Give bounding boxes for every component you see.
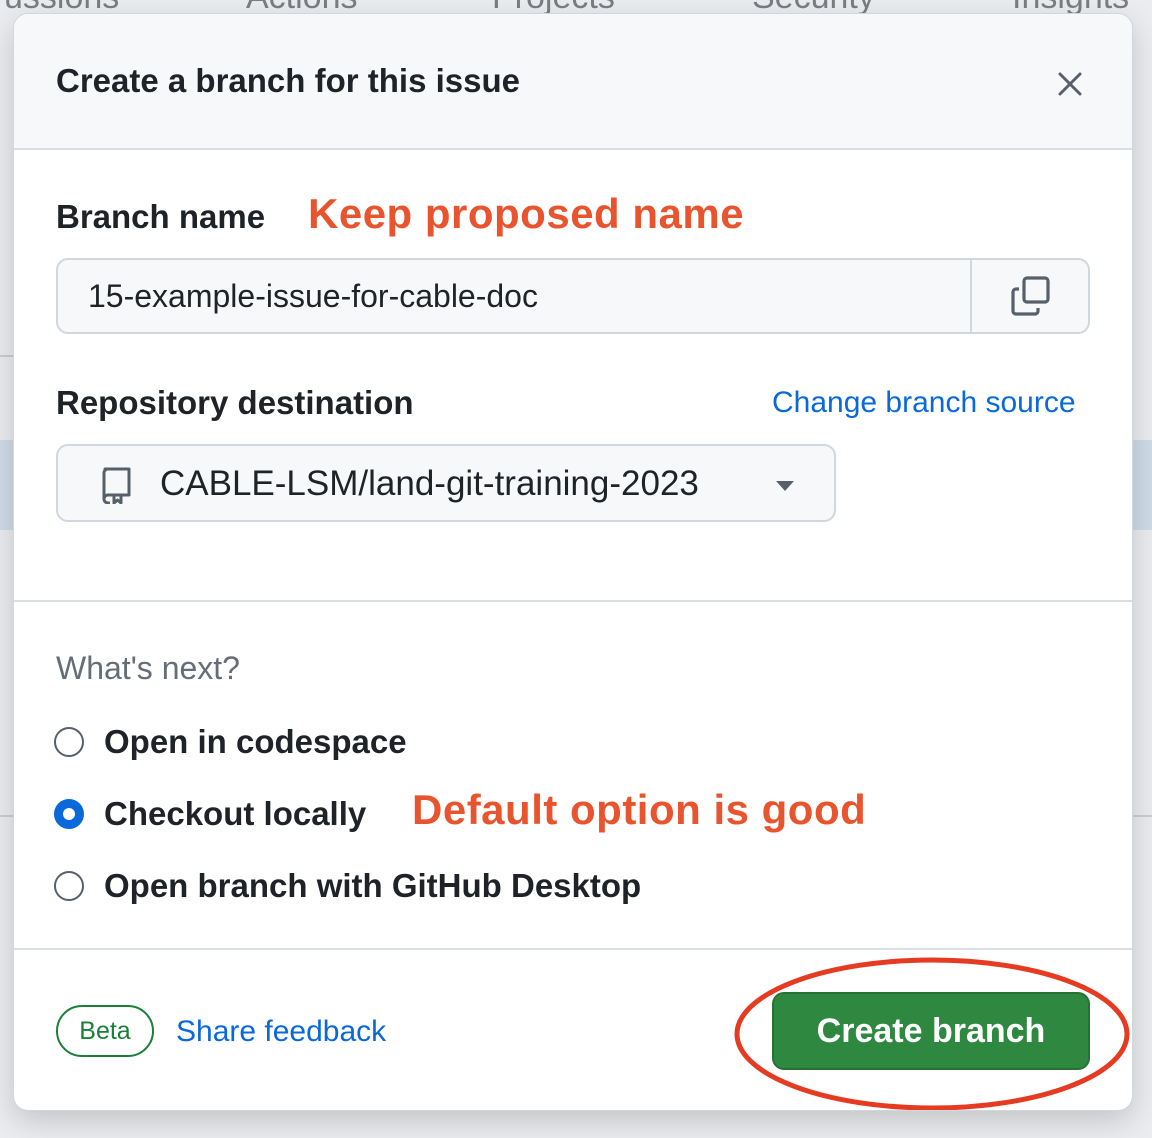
highlight-circle-annotation <box>734 957 1130 1110</box>
option-label: Open in codespace <box>104 723 407 760</box>
branch-name-field <box>56 258 1090 334</box>
branch-name-label: Branch name <box>56 198 266 235</box>
copy-branch-name-button[interactable] <box>970 260 1088 332</box>
annotation-default-option: Default option is good <box>412 786 867 833</box>
bg-divider <box>0 355 14 357</box>
close-button[interactable] <box>1048 62 1092 106</box>
repository-select[interactable]: CABLE-LSM/land-git-training-2023 <box>56 444 836 522</box>
option-label: Open branch with GitHub Desktop <box>104 867 642 904</box>
option-open-in-codespace[interactable]: Open in codespace <box>54 722 407 762</box>
repo-icon <box>102 467 131 504</box>
x-icon <box>1058 72 1082 96</box>
copy-icon <box>1011 276 1050 316</box>
bg-highlight-left <box>0 440 14 530</box>
footer-divider <box>14 948 1132 950</box>
change-branch-source-link[interactable]: Change branch source <box>772 386 1076 420</box>
section-divider <box>14 600 1132 602</box>
repository-selected-value: CABLE-LSM/land-git-training-2023 <box>160 464 699 503</box>
create-branch-dialog: Create a branch for this issue Branch na… <box>14 14 1132 1110</box>
branch-name-input[interactable] <box>58 260 970 332</box>
whats-next-heading: What's next? <box>56 650 240 686</box>
option-open-with-github-desktop[interactable]: Open branch with GitHub Desktop <box>54 866 641 906</box>
repository-destination-label: Repository destination <box>56 384 414 421</box>
bg-divider-3 <box>1132 815 1152 817</box>
dialog-title: Create a branch for this issue <box>56 62 520 99</box>
radio-button[interactable] <box>54 727 84 757</box>
annotation-keep-name: Keep proposed name <box>308 190 745 237</box>
share-feedback-link[interactable]: Share feedback <box>176 1015 386 1049</box>
beta-badge: Beta <box>56 1005 154 1057</box>
radio-button[interactable] <box>54 871 84 901</box>
radio-button-checked[interactable] <box>54 799 84 829</box>
triangle-down-icon <box>776 481 794 491</box>
option-checkout-locally[interactable]: Checkout locally <box>54 794 366 834</box>
option-label: Checkout locally <box>104 795 367 832</box>
bg-divider-2 <box>0 815 14 817</box>
dialog-header: Create a branch for this issue <box>14 14 1132 150</box>
bg-highlight-right <box>1132 440 1152 530</box>
